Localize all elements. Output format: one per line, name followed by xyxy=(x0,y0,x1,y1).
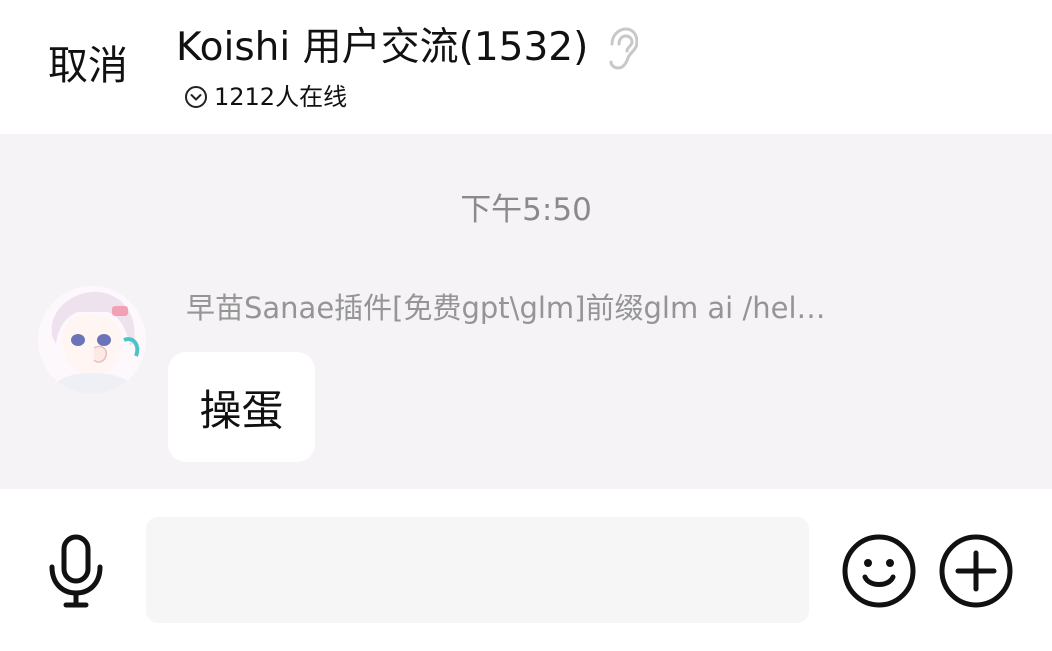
ear-icon[interactable] xyxy=(606,26,639,70)
online-count: 1212人在线 xyxy=(214,83,348,111)
chat-header: 取消 Koishi 用户交流(1532) 1212人在线 xyxy=(0,0,1052,134)
microphone-icon[interactable] xyxy=(44,533,108,609)
avatar[interactable] xyxy=(38,286,146,394)
message-list[interactable]: 下午5:50 早苗Sanae插件[免费gpt\glm]前缀glm ai /hel… xyxy=(0,134,1052,489)
sender-name[interactable]: 早苗Sanae插件[免费gpt\glm]前缀glm ai /hel… xyxy=(186,288,826,328)
message-bubble[interactable]: 操蛋 xyxy=(168,352,315,462)
title-row: Koishi 用户交流(1532) xyxy=(176,22,639,74)
cancel-button[interactable]: 取消 xyxy=(48,40,128,92)
chevron-down-circle-icon xyxy=(184,85,208,109)
input-bar xyxy=(0,489,1052,651)
group-title[interactable]: Koishi 用户交流(1532) xyxy=(176,22,588,74)
smiley-icon[interactable] xyxy=(841,533,917,609)
message-text: 操蛋 xyxy=(199,385,284,435)
online-status[interactable]: 1212人在线 xyxy=(184,80,347,114)
message-timestamp: 下午5:50 xyxy=(460,192,592,228)
message-input[interactable] xyxy=(146,517,809,623)
plus-circle-icon[interactable] xyxy=(938,533,1014,609)
